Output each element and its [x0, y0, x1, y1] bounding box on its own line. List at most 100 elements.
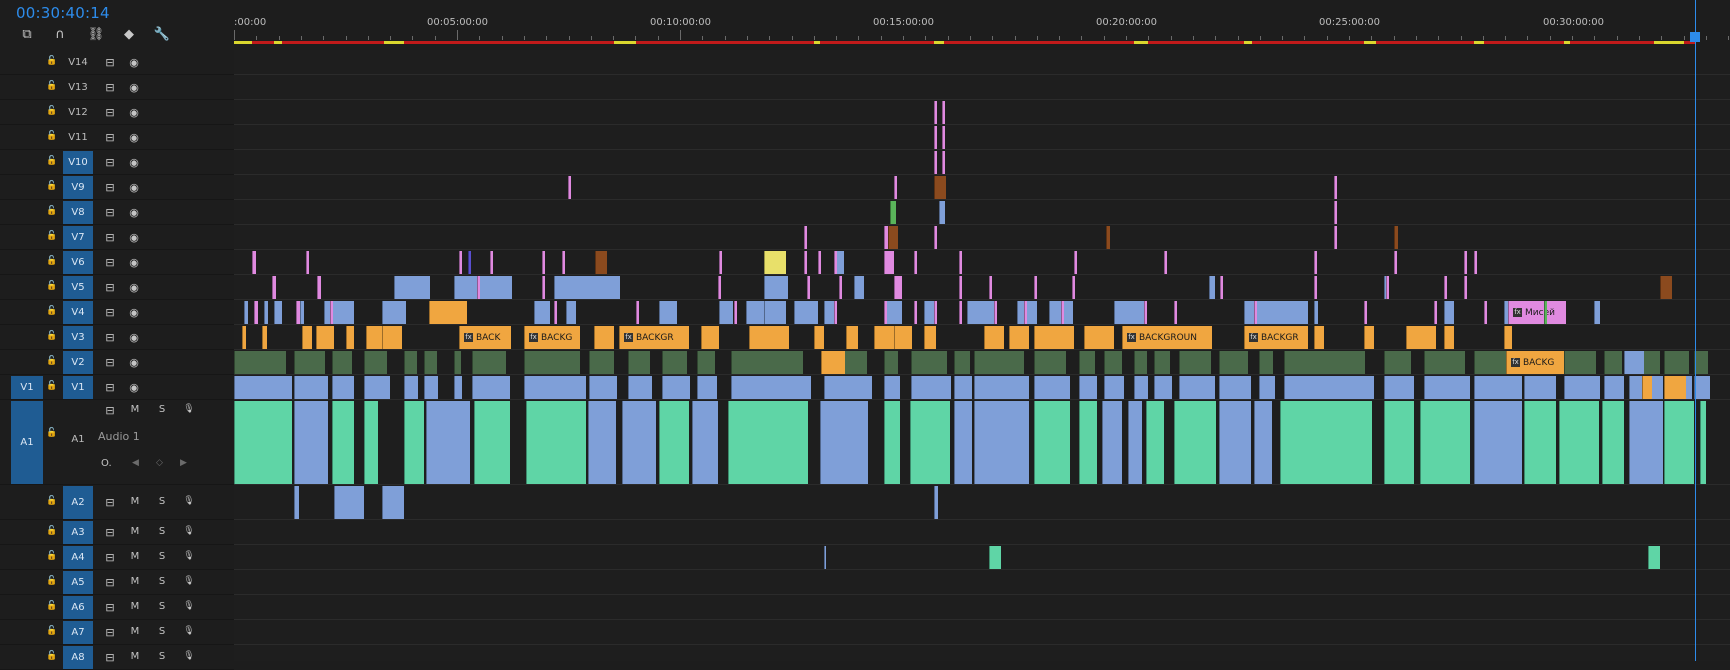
- v6-pink-clip[interactable]: [490, 251, 493, 274]
- audio-clip-a1[interactable]: [294, 401, 328, 484]
- v3-orange-clip[interactable]: [846, 326, 858, 349]
- v6-pink-clip[interactable]: [1474, 251, 1477, 274]
- v9-brown-clip[interactable]: [934, 176, 946, 199]
- lock-icon[interactable]: 🔓: [45, 281, 59, 291]
- v1-video-clip[interactable]: [1079, 376, 1097, 399]
- track-target-a5[interactable]: A5: [63, 571, 93, 594]
- track-lane-v9[interactable]: [234, 175, 1730, 200]
- v1-video-clip[interactable]: [1424, 376, 1470, 399]
- v1-video-clip[interactable]: [454, 376, 462, 399]
- v2-video-clip[interactable]: [1079, 351, 1096, 374]
- audio-clip-a1[interactable]: [404, 401, 424, 484]
- v3-orange-clip[interactable]: [1504, 326, 1512, 349]
- v4-video-clip[interactable]: [824, 301, 834, 324]
- v8-video-clip[interactable]: [939, 201, 945, 224]
- v4-orange-clip[interactable]: [429, 301, 467, 324]
- v4-pink-clip[interactable]: [934, 301, 937, 324]
- v6-pink-clip[interactable]: [252, 251, 256, 274]
- v4-video-clip[interactable]: [534, 301, 550, 324]
- v8-pink-clip[interactable]: [1334, 201, 1337, 224]
- sync-lock-icon[interactable]: ⊟: [103, 651, 117, 664]
- v4-video-clip[interactable]: [324, 301, 354, 324]
- track-target-v8[interactable]: V8: [63, 201, 93, 224]
- audio-clip-a1[interactable]: [526, 401, 586, 484]
- audio-clip-a1[interactable]: [974, 401, 1029, 484]
- v1-video-clip[interactable]: [628, 376, 652, 399]
- v4-video-clip[interactable]: [764, 301, 770, 324]
- audio-clip-a1[interactable]: [1280, 401, 1372, 484]
- v6-pink-clip[interactable]: [818, 251, 821, 274]
- source-patch-v1[interactable]: V1: [11, 376, 43, 399]
- eye-icon[interactable]: ◉: [127, 281, 141, 294]
- v5-video-clip[interactable]: [394, 276, 430, 299]
- eye-icon[interactable]: ◉: [127, 256, 141, 269]
- v5-brown-clip[interactable]: [1660, 276, 1672, 299]
- audio-clip-a1[interactable]: [910, 401, 950, 484]
- v4-video-clip[interactable]: [719, 301, 733, 324]
- v2-video-clip[interactable]: [1564, 351, 1597, 374]
- stack-pink-clip[interactable]: [942, 101, 945, 124]
- sync-lock-icon[interactable]: ⊟: [103, 106, 117, 119]
- track-lane-v10[interactable]: [234, 150, 1730, 175]
- sync-lock-icon[interactable]: ⊟: [103, 56, 117, 69]
- v1-video-clip[interactable]: [697, 376, 717, 399]
- lock-icon[interactable]: 🔓: [45, 331, 59, 341]
- v3-orange-clip[interactable]: [262, 326, 267, 349]
- next-keyframe-icon[interactable]: ▶: [180, 458, 187, 468]
- v2-video-clip[interactable]: [884, 351, 899, 374]
- v2-video-clip[interactable]: [472, 351, 507, 374]
- v2-video-clip[interactable]: [364, 351, 388, 374]
- v8-green-clip[interactable]: [890, 201, 896, 224]
- v4-pink-clip[interactable]: [296, 301, 300, 324]
- v3-orange-clip[interactable]: [1406, 326, 1436, 349]
- voiceover-mic-icon[interactable]: 🎙: [182, 496, 196, 506]
- track-target-v13[interactable]: V13: [63, 76, 93, 99]
- stack-pink-clip[interactable]: [934, 151, 937, 174]
- v3-orange-clip[interactable]: [701, 326, 719, 349]
- audio-clip-a1[interactable]: [1384, 401, 1414, 484]
- track-target-v1[interactable]: V1: [63, 376, 93, 399]
- track-target-v2[interactable]: V2: [63, 351, 93, 374]
- v4-video-clip[interactable]: [967, 301, 997, 324]
- v6-pink-clip[interactable]: [884, 251, 894, 274]
- v3-orange-clip[interactable]: [242, 326, 246, 349]
- audio-clip-a1[interactable]: [1079, 401, 1097, 484]
- v3-orange-clip[interactable]: [1034, 326, 1074, 349]
- v7-pink-clip[interactable]: [884, 226, 888, 249]
- v1-video-clip[interactable]: [1604, 376, 1624, 399]
- sync-lock-icon[interactable]: ⊟: [103, 281, 117, 294]
- track-target-v6[interactable]: V6: [63, 251, 93, 274]
- v2-video-clip[interactable]: [1424, 351, 1466, 374]
- audio-clip-a1[interactable]: [1174, 401, 1216, 484]
- v4-green-clip[interactable]: [1544, 301, 1547, 324]
- v2-video-clip[interactable]: [1604, 351, 1622, 374]
- v5-pink-clip[interactable]: [1314, 276, 1317, 299]
- voiceover-mic-icon[interactable]: 🎙: [182, 526, 196, 536]
- v1-video-clip[interactable]: [589, 376, 617, 399]
- nest-sequence-icon[interactable]: ⧉: [18, 27, 36, 43]
- v2-video-clip[interactable]: [1219, 351, 1248, 374]
- v3-orange-clip[interactable]: [316, 326, 334, 349]
- track-target-a4[interactable]: A4: [63, 546, 93, 569]
- v3-orange-clip[interactable]: [924, 326, 936, 349]
- v1-video-clip[interactable]: [884, 376, 900, 399]
- v3-orange-clip[interactable]: [302, 326, 312, 349]
- v4-video-clip[interactable]: [300, 301, 304, 324]
- playhead-timecode[interactable]: 00:30:40:14: [16, 4, 110, 22]
- track-target-v4[interactable]: V4: [63, 301, 93, 324]
- sync-lock-icon[interactable]: ⊟: [103, 306, 117, 319]
- audio-clip-a1[interactable]: [692, 401, 718, 484]
- v2-video-clip[interactable]: [1384, 351, 1411, 374]
- v2-video-clip[interactable]: [974, 351, 1024, 374]
- v6-yellow-clip[interactable]: [764, 251, 786, 274]
- audio-clip-a1[interactable]: [622, 401, 656, 484]
- lock-icon[interactable]: 🔓: [45, 526, 59, 536]
- v2-orange-clip[interactable]: [821, 351, 845, 374]
- lock-icon[interactable]: 🔓: [45, 626, 59, 636]
- eye-icon[interactable]: ◉: [127, 356, 141, 369]
- v7-brown-clip[interactable]: [1394, 226, 1398, 249]
- v2-video-clip[interactable]: [911, 351, 947, 374]
- sync-lock-icon[interactable]: ⊟: [103, 356, 117, 369]
- mute-button[interactable]: M: [128, 551, 142, 562]
- v1-video-clip[interactable]: [1104, 376, 1124, 399]
